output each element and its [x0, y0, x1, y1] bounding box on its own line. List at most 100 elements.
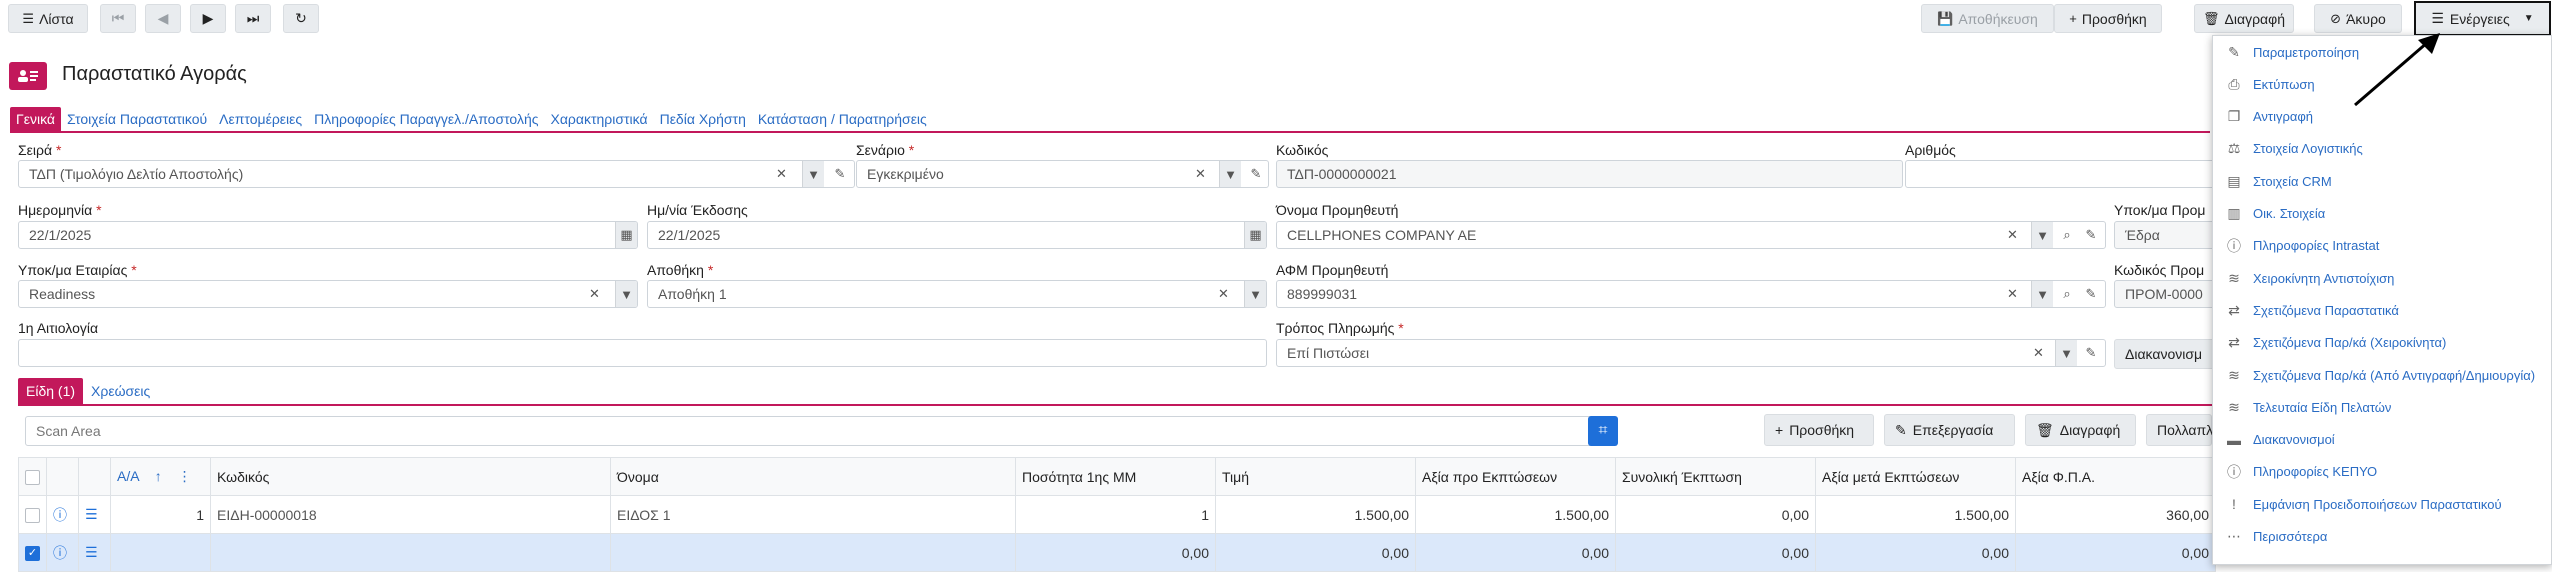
next-record-button[interactable]: ▶ [190, 4, 226, 33]
scan-area-input[interactable]: Scan Area [25, 416, 1595, 446]
totals-row[interactable]: ✓ ⓘ ☰ 0,00 0,00 0,00 0,00 0,00 0,00 [18, 533, 2216, 572]
clear-icon[interactable]: ✕ [589, 281, 600, 307]
table-row[interactable]: ⓘ ☰ 1 ΕΙΔΗ-00000018 ΕΙΔΟΣ 1 1 1.500,00 1… [18, 495, 2216, 534]
menu-item[interactable]: ⚖ Στοιχεία Λογιστικής [2225, 139, 2363, 159]
clear-icon[interactable]: ✕ [1218, 281, 1229, 307]
supplier-vat-field[interactable]: 889999031 ✕ ▼ ⌕ ✎ [1276, 280, 2106, 308]
header-gross[interactable]: Αξία προ Εκπτώσεων [1415, 457, 1616, 496]
menu-item[interactable]: ⇄ Σχετιζόμενα Παρ/κά (Χειροκίνητα) [2225, 333, 2446, 353]
tab-order-shipping[interactable]: Πληροφορίες Παραγγελ./Αποστολής [308, 107, 544, 131]
chevron-down-icon[interactable]: ▼ [2031, 222, 2053, 248]
chevron-down-icon[interactable]: ▼ [2055, 340, 2077, 366]
scenario-field[interactable]: Εγκεκριμένο ✕ ▼ ✎ [856, 160, 1269, 188]
supplier-name-field[interactable]: CELLPHONES COMPANY AE ✕ ▼ ⌕ ✎ [1276, 221, 2106, 249]
menu-item[interactable]: ⎙ Εκτύπωση [2225, 74, 2314, 94]
prev-record-button[interactable]: ◀ [145, 4, 181, 33]
last-record-button[interactable]: ⏭ [235, 4, 271, 33]
header-vat[interactable]: Αξία Φ.Π.Α. [2015, 457, 2216, 496]
tab-items[interactable]: Είδη (1) [18, 378, 84, 404]
scenario-label: Σενάριο * [856, 142, 915, 158]
save-button[interactable]: 💾 Αποθήκευση [1921, 4, 2054, 33]
grid-multi-button[interactable]: Πολλαπλ [2146, 414, 2213, 446]
warehouse-field[interactable]: Αποθήκη 1 ✕ ▼ [647, 280, 1267, 308]
menu-item[interactable]: ▤ Στοιχεία CRM [2225, 171, 2331, 191]
list-button[interactable]: ☰ Λίστα [8, 4, 88, 33]
grid-delete-button[interactable]: 🗑 Διαγραφή [2025, 414, 2136, 446]
menu-item[interactable]: ! Εμφάνιση Προειδοποιήσεων Παραστατικού [2225, 494, 2502, 514]
header-code[interactable]: Κωδικός [210, 457, 611, 496]
pencil-icon[interactable]: ✎ [2079, 281, 2103, 307]
calendar-icon[interactable]: ▦ [615, 222, 637, 248]
chevron-down-icon[interactable]: ▼ [615, 281, 637, 307]
clear-icon[interactable]: ✕ [776, 161, 787, 187]
checkbox-checked[interactable]: ✓ [25, 545, 40, 561]
clear-icon[interactable]: ✕ [1195, 161, 1206, 187]
tab-status-notes[interactable]: Κατάσταση / Παρατηρήσεις [752, 107, 933, 131]
menu-item[interactable]: ≋ Σχετιζόμενα Παρ/κά (Από Αντιγραφή/Δημιο… [2225, 365, 2535, 385]
header-price[interactable]: Τιμή [1215, 457, 1416, 496]
tab-divider [10, 131, 2210, 133]
issue-date-field[interactable]: 22/1/2025 ▦ [647, 221, 1267, 249]
tab-characteristics[interactable]: Χαρακτηριστικά [544, 107, 653, 131]
menu-icon[interactable]: ☰ [85, 506, 98, 522]
select-all-cell[interactable] [18, 457, 47, 496]
menu-item[interactable]: ❐ Αντιγραφή [2225, 107, 2313, 127]
clear-icon[interactable]: ✕ [2007, 281, 2018, 307]
date-field[interactable]: 22/1/2025 ▦ [18, 221, 638, 249]
pencil-icon[interactable]: ✎ [827, 161, 853, 187]
menu-item-label: Σχετιζόμενα Παρ/κά (Χειροκίνητα) [2253, 335, 2447, 351]
first-record-button[interactable]: ⏮ [100, 4, 136, 33]
tab-user-fields[interactable]: Πεδία Χρήστη [654, 107, 752, 131]
search-icon[interactable]: ⌕ [2055, 281, 2079, 307]
company-branch-field[interactable]: Readiness ✕ ▼ [18, 280, 638, 308]
clear-icon[interactable]: ✕ [2033, 340, 2044, 366]
menu-item[interactable]: ▥ Οικ. Στοιχεία [2225, 204, 2325, 224]
chevron-down-icon[interactable]: ▼ [2031, 281, 2053, 307]
header-name[interactable]: Όνομα [610, 457, 1016, 496]
series-field[interactable]: ΤΔΠ (Τιμολόγιο Δελτίο Αποστολής) ✕ ▼ ✎ [18, 160, 855, 188]
menu-item[interactable]: ⋯ Περισσότερα [2225, 527, 2327, 547]
clear-icon[interactable]: ✕ [2007, 222, 2018, 248]
menu-item[interactable]: ✎ Παραμετροποίηση [2225, 42, 2359, 62]
number-field[interactable] [1905, 160, 2225, 188]
checkbox[interactable] [25, 469, 40, 485]
tab-general[interactable]: Γενικά [10, 107, 61, 131]
delete-button[interactable]: 🗑 Διαγραφή [2194, 4, 2294, 33]
tab-document-info[interactable]: Στοιχεία Παραστατικού [61, 107, 213, 131]
scan-button[interactable]: ⌗ [1588, 416, 1618, 446]
menu-item[interactable]: ⓘ Πληροφορίες ΚΕΠΥΟ [2225, 462, 2377, 482]
supplier-branch-field[interactable]: Έδρα [2114, 221, 2224, 249]
header-discount[interactable]: Συνολική Έκπτωση [1615, 457, 1816, 496]
menu-item[interactable]: ≋ Τελευταία Είδη Πελατών [2225, 397, 2391, 417]
column-menu-icon[interactable]: ⋮ [178, 468, 192, 484]
menu-item[interactable]: ⇄ Σχετιζόμενα Παραστατικά [2225, 300, 2399, 320]
menu-item[interactable]: ▬ Διακανονισμοί [2225, 430, 2335, 450]
tab-details[interactable]: Λεπτομέρειες [213, 107, 308, 131]
reason-field[interactable] [18, 339, 1267, 367]
refresh-button[interactable]: ↻ [283, 4, 319, 33]
pencil-icon[interactable]: ✎ [1243, 161, 1268, 187]
grid-add-button[interactable]: + Προσθήκη [1764, 414, 1874, 446]
chevron-down-icon[interactable]: ▼ [802, 161, 824, 187]
search-icon[interactable]: ⌕ [2055, 222, 2079, 248]
menu-item[interactable]: ≋ Χειροκίνητη Αντιστοίχιση [2225, 268, 2394, 288]
payment-field[interactable]: Επί Πιστώσει ✕ ▼ ✎ [1276, 339, 2106, 367]
header-net[interactable]: Αξία μετά Εκπτώσεων [1815, 457, 2016, 496]
grid-edit-button[interactable]: ✎ Επεξεργασία [1884, 414, 2015, 446]
cancel-button[interactable]: ⊘ Άκυρο [2314, 4, 2402, 33]
calendar-icon[interactable]: ▦ [1244, 222, 1266, 248]
info-icon[interactable]: ⓘ [53, 545, 67, 561]
checkbox[interactable] [25, 507, 40, 523]
menu-item[interactable]: ⓘ Πληροφορίες Intrastat [2225, 236, 2379, 256]
settlements-button[interactable]: Διακανονισμ [2114, 339, 2224, 369]
add-button[interactable]: + Προσθήκη [2054, 4, 2162, 33]
pencil-icon[interactable]: ✎ [2079, 340, 2103, 366]
header-aa[interactable]: Α/Α ↑ ⋮ [110, 457, 211, 496]
header-qty[interactable]: Ποσότητα 1ης ΜΜ [1015, 457, 1216, 496]
chevron-down-icon[interactable]: ▼ [1219, 161, 1241, 187]
info-icon[interactable]: ⓘ [53, 507, 67, 523]
menu-icon[interactable]: ☰ [85, 544, 98, 560]
tab-charges[interactable]: Χρεώσεις [83, 378, 158, 404]
pencil-icon[interactable]: ✎ [2079, 222, 2103, 248]
chevron-down-icon[interactable]: ▼ [1244, 281, 1266, 307]
